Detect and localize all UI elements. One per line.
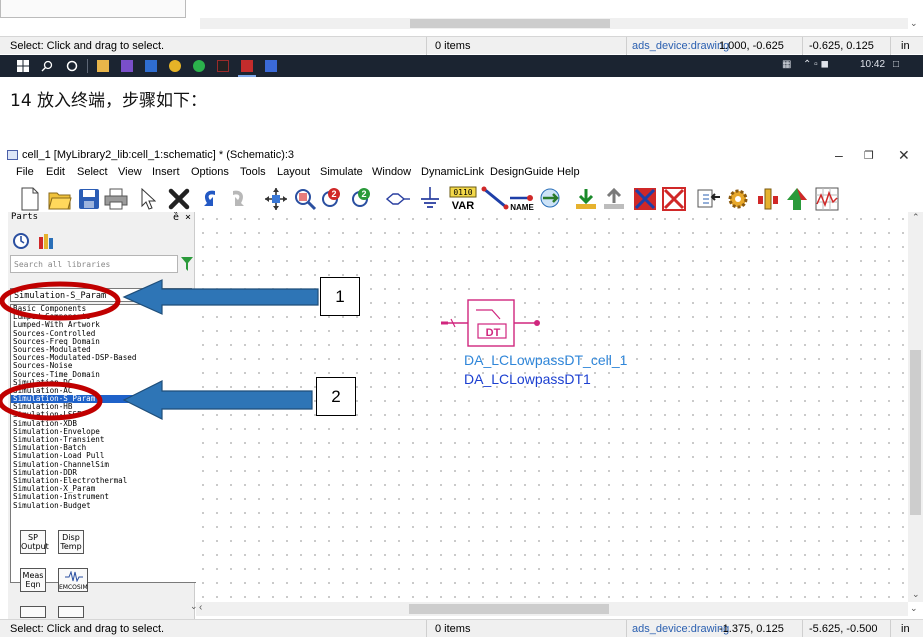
arrow-2 bbox=[122, 380, 313, 420]
arrow-1 bbox=[122, 279, 319, 315]
callout-2: 2 bbox=[316, 377, 356, 416]
highlight-ellipse-2 bbox=[0, 381, 103, 421]
annotation-overlay bbox=[0, 279, 319, 421]
callout-1: 1 bbox=[320, 277, 360, 316]
highlight-ellipse-1 bbox=[0, 281, 121, 321]
